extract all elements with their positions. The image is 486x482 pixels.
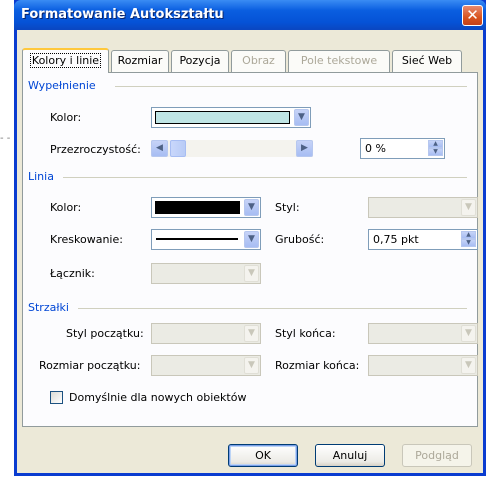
connector-label: Łącznik: [50,267,95,280]
fill-section-divider [115,86,467,87]
dash-dropdown[interactable]: ▼ [151,229,261,250]
chevron-down-icon: ▼ [244,357,259,374]
end-style-dropdown[interactable]: ▼ [368,323,478,344]
dash-sample-line [156,238,238,240]
end-style-label: Styl końca: [275,327,336,340]
dialog-client-area: Kolory i linie Rozmiar Pozycja Obraz Pol… [17,30,483,473]
tab-size[interactable]: Rozmiar [111,50,169,72]
spin-up-icon[interactable]: ▲ [428,140,443,148]
fill-color-swatch [155,111,290,124]
transparency-value: 0 % [365,142,386,155]
tab-label: Obraz [242,54,275,67]
tab-web[interactable]: Sieć Web [392,50,462,72]
tab-panel-colors-and-lines: Wypełnienie Kolor: ▼ Przezroczystość: ◀ … [22,72,478,427]
dialog-title: Formatowanie Autokształtu [21,7,224,22]
weight-spinner[interactable]: 0,75 pkt ▲ ▼ [368,229,478,250]
chevron-down-icon: ▼ [244,199,259,216]
chevron-down-icon: ▼ [461,325,476,342]
transparency-label: Przezroczystość: [50,143,141,156]
end-size-label: Rozmiar końca: [275,359,360,372]
line-section-divider [63,177,467,178]
chevron-down-icon: ▼ [461,199,476,216]
line-color-label: Kolor: [50,201,82,214]
tab-text-box[interactable]: Pole tekstowe [288,50,390,72]
connector-dropdown[interactable]: ▼ [151,263,261,284]
weight-label: Grubość: [275,233,325,246]
tab-position[interactable]: Pozycja [171,50,229,72]
spin-up-icon[interactable]: ▲ [461,231,476,239]
close-icon: ✕ [466,6,479,24]
arrow-left-icon[interactable]: ◀ [151,140,168,157]
arrows-section-title: Strzałki [28,301,69,314]
cancel-button[interactable]: Anuluj [315,444,385,467]
format-autoshape-dialog: Formatowanie Autokształtu ✕ Kolory i lin… [14,0,486,476]
close-button[interactable]: ✕ [462,5,483,26]
tab-label: Sieć Web [401,54,453,67]
arrows-section-divider [78,308,467,309]
preview-button[interactable]: Podgląd [402,444,472,467]
title-bar[interactable]: Formatowanie Autokształtu ✕ [14,0,486,30]
begin-style-dropdown[interactable]: ▼ [151,323,261,344]
arrow-right-icon[interactable]: ▶ [296,140,313,157]
begin-size-label: Rozmiar początku: [39,359,141,372]
ok-button[interactable]: OK [228,444,298,467]
chevron-down-icon: ▼ [244,231,259,248]
chevron-down-icon: ▼ [294,109,309,126]
fill-color-dropdown[interactable]: ▼ [151,107,311,128]
tab-picture[interactable]: Obraz [231,50,286,72]
background-dash-mark: - - [0,133,11,144]
transparency-slider[interactable]: ◀ ▶ [151,140,313,157]
chevron-down-icon: ▼ [461,357,476,374]
weight-value: 0,75 pkt [373,233,419,246]
dash-label: Kreskowanie: [50,233,123,246]
line-style-label: Styl: [275,201,300,214]
line-section-title: Linia [28,170,54,183]
defaults-checkbox-label[interactable]: Domyślnie dla nowych obiektów [69,391,246,404]
tab-label: Pozycja [179,54,221,67]
line-style-dropdown[interactable]: ▼ [368,197,478,218]
chevron-down-icon: ▼ [244,325,259,342]
tab-colors-and-lines[interactable]: Kolory i linie [22,48,109,73]
tab-label: Kolory i linie [29,53,102,68]
end-size-dropdown[interactable]: ▼ [368,355,478,376]
spin-up-down-icon[interactable]: ▲ ▼ [461,231,476,248]
chevron-down-icon: ▼ [244,265,259,282]
line-color-swatch [155,201,240,214]
line-color-dropdown[interactable]: ▼ [151,197,261,218]
tab-label: Pole tekstowe [300,54,378,67]
fill-color-label: Kolor: [50,111,81,124]
transparency-slider-thumb[interactable] [170,140,186,157]
defaults-checkbox[interactable] [50,391,63,404]
spin-up-down-icon[interactable]: ▲ ▼ [428,140,443,157]
fill-color-label-text: Kolor: [50,111,82,124]
spin-down-icon[interactable]: ▼ [428,148,443,156]
spin-down-icon[interactable]: ▼ [461,239,476,247]
fill-section-title: Wypełnienie [28,79,96,92]
transparency-spinner[interactable]: 0 % ▲ ▼ [360,138,445,159]
begin-style-label: Styl początku: [66,327,144,340]
begin-size-dropdown[interactable]: ▼ [151,355,261,376]
tab-label: Rozmiar [117,54,163,67]
